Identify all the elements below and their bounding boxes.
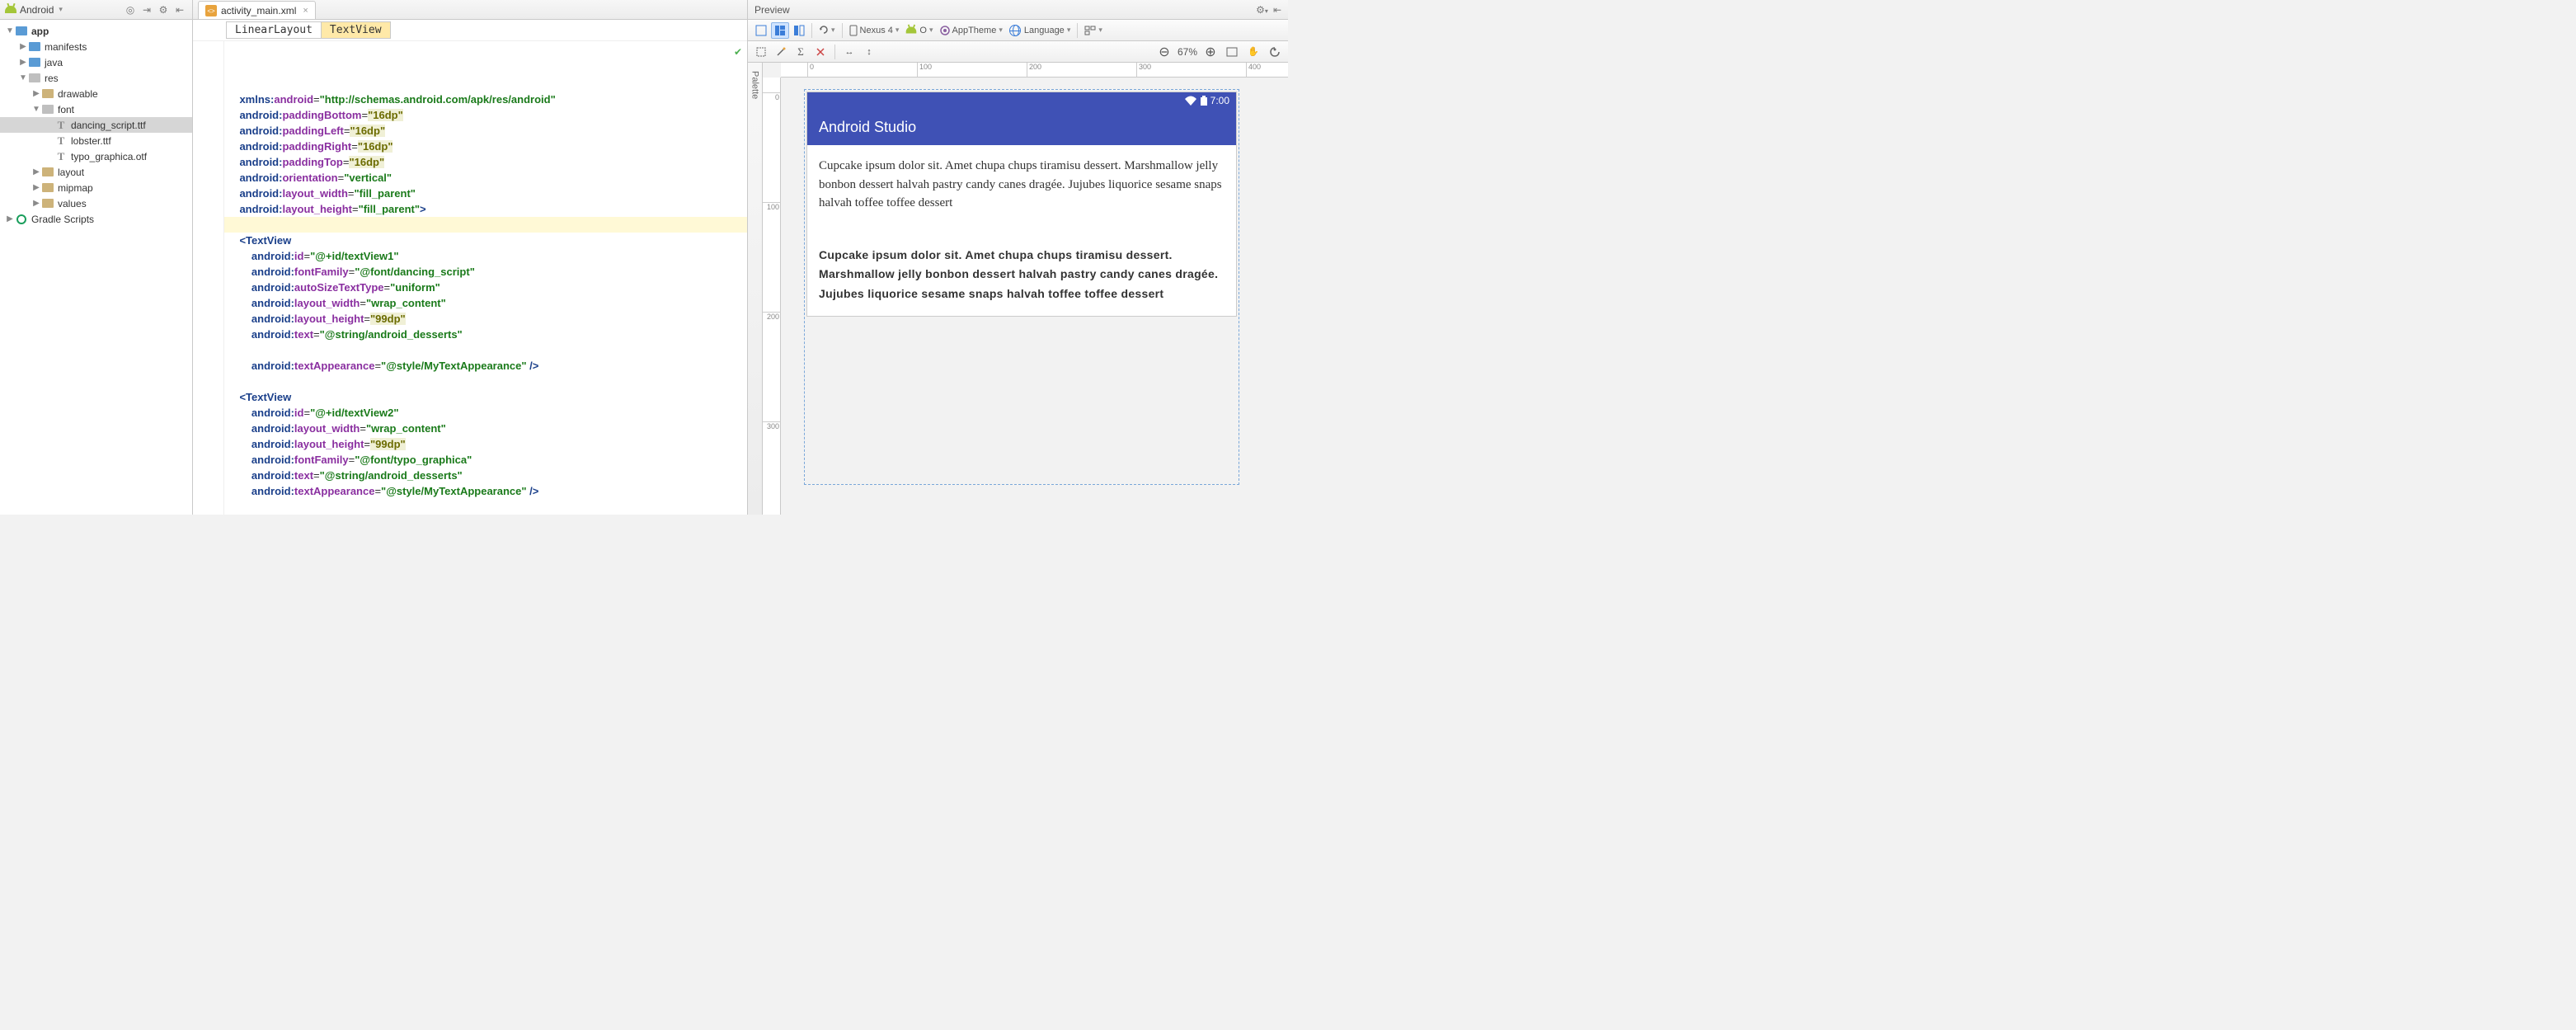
wifi-icon — [1184, 96, 1197, 106]
theme-dropdown[interactable]: AppTheme — [938, 22, 1005, 39]
design-canvas[interactable]: Palette 0 100 200 300 400 0 100 200 300 — [748, 63, 1288, 515]
code-editor: <> activity_main.xml × LinearLayout Text… — [193, 0, 748, 515]
target-icon[interactable]: ◎ — [123, 2, 138, 17]
tree-node-gradle[interactable]: ▶Gradle Scripts — [0, 211, 192, 227]
preview-toolbar-2: Σ ↔ ↕ ⊖ 67% ⊕ ✋ — [748, 41, 1288, 63]
tree-node-font[interactable]: ▼font — [0, 101, 192, 117]
expand-h-icon[interactable]: ↔ — [841, 44, 858, 60]
tree-node-values[interactable]: ▶values — [0, 195, 192, 211]
editor-tabs: <> activity_main.xml × — [193, 0, 747, 20]
ruler-horizontal: 0 100 200 300 400 — [781, 63, 1288, 78]
inspection-ok-icon: ✔ — [734, 45, 742, 60]
view-both-icon[interactable] — [791, 22, 807, 39]
sidebar-header: Android ▾ ◎ ⇥ ⚙ ⇤ — [0, 0, 192, 20]
collapse-icon[interactable]: ⇥ — [139, 2, 154, 17]
clear-constraints-icon[interactable] — [812, 44, 829, 60]
tree-node-java[interactable]: ▶java — [0, 54, 192, 70]
preview-header: Preview ⚙▾ ⇤ — [748, 0, 1288, 20]
tree-node-mipmap[interactable]: ▶mipmap — [0, 180, 192, 195]
preview-title: Preview — [754, 4, 790, 16]
tree-file-lobster[interactable]: Tlobster.ttf — [0, 133, 192, 148]
gear-icon[interactable]: ⚙ — [156, 2, 171, 17]
textview-1[interactable]: Cupcake ipsum dolor sit. Amet chupa chup… — [819, 157, 1225, 213]
wand-icon[interactable] — [773, 44, 789, 60]
warnings-icon[interactable] — [1267, 44, 1283, 60]
status-bar: 7:00 — [807, 92, 1236, 109]
tree-file-typo-graphica[interactable]: Ttypo_graphica.otf — [0, 148, 192, 164]
hide-icon[interactable]: ⇤ — [1273, 4, 1281, 16]
tree-node-drawable[interactable]: ▶drawable — [0, 86, 192, 101]
zoom-fit-icon[interactable] — [1224, 44, 1240, 60]
xml-file-icon: <> — [205, 5, 217, 16]
crumb-textview[interactable]: TextView — [321, 21, 391, 39]
pan-icon[interactable]: ✋ — [1245, 44, 1262, 60]
close-icon[interactable]: × — [303, 6, 308, 16]
gear-icon[interactable]: ⚙▾ — [1256, 4, 1268, 16]
hide-icon[interactable]: ⇤ — [172, 2, 187, 17]
crumb-linearlayout[interactable]: LinearLayout — [226, 21, 322, 39]
zoom-in-button[interactable]: ⊕ — [1202, 44, 1219, 60]
breadcrumb: LinearLayout TextView — [193, 20, 747, 41]
textview-2[interactable]: Cupcake ipsum dolor sit. Amet chupa chup… — [819, 246, 1225, 304]
tree-file-dancing-script[interactable]: Tdancing_script.ttf — [0, 117, 192, 133]
orientation-dropdown[interactable] — [816, 22, 838, 39]
api-dropdown[interactable]: O — [903, 22, 935, 39]
sigma-icon[interactable]: Σ — [792, 44, 809, 60]
device-dropdown[interactable]: Nexus 4 — [847, 22, 902, 39]
select-icon[interactable] — [753, 44, 769, 60]
globe-icon — [1009, 25, 1021, 36]
app-title: Android Studio — [819, 119, 916, 136]
project-sidebar: Android ▾ ◎ ⇥ ⚙ ⇤ ▼app ▶manifests ▶java … — [0, 0, 193, 515]
tab-label: activity_main.xml — [221, 5, 296, 16]
android-icon — [5, 6, 16, 13]
phone-icon — [849, 25, 858, 36]
device-frame[interactable]: 7:00 Android Studio Cupcake ipsum dolor … — [807, 92, 1236, 316]
svg-text:<>: <> — [207, 7, 215, 15]
preview-toolbar: Nexus 4 O AppTheme Language — [748, 20, 1288, 41]
zoom-level: 67% — [1178, 46, 1197, 58]
android-icon — [906, 26, 917, 33]
rotate-icon — [819, 25, 829, 36]
tree-node-app[interactable]: ▼app — [0, 23, 192, 39]
view-blueprint-icon[interactable] — [771, 22, 789, 39]
project-tree: ▼app ▶manifests ▶java ▼res ▶drawable ▼fo… — [0, 20, 192, 515]
language-dropdown[interactable]: Language — [1007, 22, 1073, 39]
ruler-vertical: 0 100 200 300 — [763, 78, 781, 515]
theme-icon — [940, 26, 950, 35]
code-area[interactable]: ✔ xmlns:android="http://schemas.android.… — [193, 41, 747, 515]
app-bar: Android Studio — [807, 109, 1236, 145]
view-design-icon[interactable] — [753, 22, 769, 39]
variants-dropdown[interactable] — [1082, 22, 1105, 39]
tab-activity-main[interactable]: <> activity_main.xml × — [198, 1, 316, 19]
expand-v-icon[interactable]: ↕ — [861, 44, 877, 60]
palette-tab[interactable]: Palette — [748, 63, 763, 515]
gutter — [193, 41, 224, 515]
project-mode-label: Android — [20, 4, 54, 16]
preview-panel: Preview ⚙▾ ⇤ Nexus 4 O AppTheme Language… — [748, 0, 1288, 515]
device-body: Cupcake ipsum dolor sit. Amet chupa chup… — [807, 145, 1236, 316]
tree-node-layout[interactable]: ▶layout — [0, 164, 192, 180]
battery-icon — [1201, 96, 1207, 106]
tree-node-manifests[interactable]: ▶manifests — [0, 39, 192, 54]
zoom-out-button[interactable]: ⊖ — [1156, 44, 1173, 60]
tree-node-res[interactable]: ▼res — [0, 70, 192, 86]
clock: 7:00 — [1210, 95, 1229, 106]
project-mode-dropdown[interactable]: Android ▾ — [5, 4, 63, 16]
